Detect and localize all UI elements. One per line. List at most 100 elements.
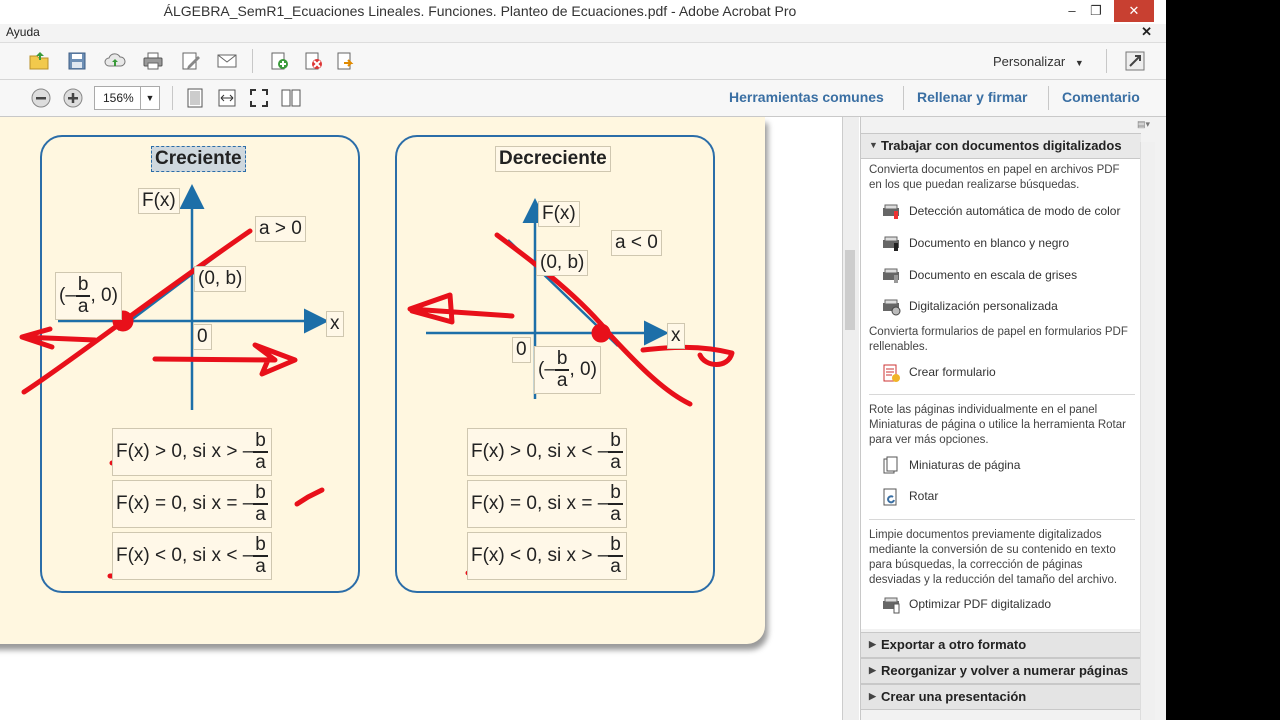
save-icon[interactable] [66, 50, 88, 72]
intro-scan: Convierta documentos en papel en archivo… [869, 164, 1120, 191]
panel-scrollbar[interactable] [1140, 142, 1155, 720]
customize-dropdown[interactable]: Personalizar ▼ [993, 54, 1084, 69]
fit-width-icon[interactable] [216, 87, 238, 109]
item-label: Optimizar PDF digitalizado [909, 597, 1052, 611]
item-label: Digitalización personalizada [909, 299, 1058, 313]
toolbar-divider [252, 49, 253, 73]
close-document-button[interactable]: ✕ [1141, 24, 1152, 40]
form-icon [881, 363, 901, 383]
toolbar-divider [903, 86, 904, 110]
numerator: b [253, 534, 268, 557]
cloud-upload-icon[interactable] [104, 50, 126, 72]
label-root-left: (– b a, 0) [55, 272, 122, 320]
scanner-gray-icon [881, 266, 901, 286]
label-point-b-right: (0, b) [536, 250, 589, 276]
full-screen-icon[interactable] [248, 87, 270, 109]
rule-left-zero: F(x) = 0, si x = – b a [112, 480, 272, 528]
item-label: Crear formulario [909, 365, 996, 379]
rule-text: F(x) > 0, si x < – [471, 441, 609, 463]
label-fx-left: F(x) [138, 188, 180, 214]
tab-common-tools[interactable]: Herramientas comunes [729, 89, 884, 105]
collapsed-triangle-icon: ▶ [869, 639, 876, 649]
toolbar-divider [1106, 49, 1107, 73]
insert-page-icon[interactable] [268, 50, 290, 72]
denominator: a [610, 504, 621, 525]
print-icon[interactable] [142, 50, 164, 72]
fraction: ba [608, 535, 623, 577]
two-page-icon[interactable] [280, 87, 302, 109]
item-rotate[interactable]: Rotar [881, 486, 1131, 508]
document-scrollbar-thumb[interactable] [845, 250, 855, 330]
item-black-white[interactable]: Documento en blanco y negro [881, 233, 1131, 255]
rule-text: F(x) < 0, si x < – [116, 545, 254, 567]
rule-text: F(x) < 0, si x > – [471, 545, 609, 567]
customize-label: Personalizar [993, 54, 1066, 69]
delete-page-icon[interactable] [302, 50, 324, 72]
expanded-triangle-icon: ▼ [869, 140, 878, 150]
item-label: Rotar [909, 489, 939, 503]
tab-fill-sign[interactable]: Rellenar y firmar [917, 89, 1028, 105]
item-create-form[interactable]: Crear formulario [881, 362, 1131, 384]
zoom-in-icon[interactable] [62, 87, 84, 109]
rule-left-negative: F(x) < 0, si x < – b a [112, 532, 272, 580]
export-page-icon[interactable] [334, 50, 356, 72]
label-fx-right: F(x) [538, 201, 580, 227]
item-page-thumbnails[interactable]: Miniaturas de página [881, 455, 1131, 477]
label-zero-left: 0 [193, 324, 212, 350]
label-a-positive: a > 0 [255, 216, 306, 242]
item-optimize-scanned[interactable]: Optimizar PDF digitalizado [881, 594, 1131, 616]
item-custom-scan[interactable]: Digitalización personalizada [881, 296, 1131, 318]
title-bar: ÁLGEBRA_SemR1_Ecuaciones Lineales. Funci… [0, 0, 1166, 25]
numerator: b [554, 348, 570, 371]
panel-options-icon[interactable]: ▤▾ [1137, 119, 1159, 131]
zoom-select[interactable]: 156% ▼ [94, 86, 160, 110]
label-point-b-left: (0, b) [194, 266, 247, 292]
close-button[interactable]: ✕ [1114, 0, 1154, 22]
zoom-value: 156% [103, 91, 134, 105]
expand-view-icon[interactable] [1124, 50, 1146, 72]
intro-forms: Convierta formularios de papel en formul… [869, 326, 1128, 353]
document-scrollbar[interactable] [842, 117, 859, 720]
fit-page-icon[interactable] [184, 87, 206, 109]
restore-button[interactable]: ❐ [1080, 0, 1112, 22]
numerator: b [608, 430, 623, 453]
section-digitized-documents[interactable]: ▼ Trabajar con documentos digitalizados [861, 133, 1141, 159]
label-zero-right: 0 [512, 337, 531, 363]
section-body: Convierta documentos en papel en archivo… [861, 159, 1141, 629]
fraction: ba [253, 483, 268, 525]
zoom-out-icon[interactable] [30, 87, 52, 109]
optimize-scan-icon [881, 595, 901, 615]
denominator: a [255, 504, 266, 525]
section-presentation[interactable]: ▶ Crear una presentación [861, 684, 1141, 710]
section-reorganize[interactable]: ▶ Reorganizar y volver a numerar páginas [861, 658, 1141, 684]
numerator: b [253, 430, 268, 453]
tools-panel: ▤▾ ▼ Trabajar con documentos digitalizad… [860, 117, 1166, 720]
menu-help[interactable]: Ayuda [6, 25, 40, 39]
item-auto-color[interactable]: Detección automática de modo de color [881, 201, 1131, 223]
intro-rotate: Rote las páginas individualmente en el p… [869, 404, 1126, 446]
denominator: a [255, 452, 266, 473]
denominator: a [255, 556, 266, 577]
title-decreasing: Decreciente [495, 146, 611, 172]
scanner-color-icon [881, 202, 901, 222]
edit-document-icon[interactable] [180, 50, 202, 72]
title-increasing[interactable]: Creciente [151, 146, 246, 172]
divider [869, 519, 1135, 520]
collapsed-triangle-icon: ▶ [869, 665, 876, 675]
section-title: Trabajar con documentos digitalizados [881, 138, 1122, 153]
numerator: b [253, 482, 268, 505]
chevron-down-icon: ▼ [1074, 58, 1084, 68]
fraction: ba [554, 348, 570, 391]
open-folder-icon[interactable] [28, 50, 50, 72]
rotate-icon [881, 487, 901, 507]
tab-comment[interactable]: Comentario [1062, 89, 1140, 105]
section-export[interactable]: ▶ Exportar a otro formato [861, 632, 1141, 658]
email-icon[interactable] [216, 50, 238, 72]
item-grayscale[interactable]: Documento en escala de grises [881, 265, 1131, 287]
fraction: ba [253, 431, 268, 473]
section-title: Exportar a otro formato [881, 637, 1027, 652]
section-title: Reorganizar y volver a numerar páginas [881, 663, 1129, 678]
window-title: ÁLGEBRA_SemR1_Ecuaciones Lineales. Funci… [163, 3, 797, 19]
numerator: b [608, 482, 623, 505]
item-label: Miniaturas de página [909, 458, 1021, 472]
